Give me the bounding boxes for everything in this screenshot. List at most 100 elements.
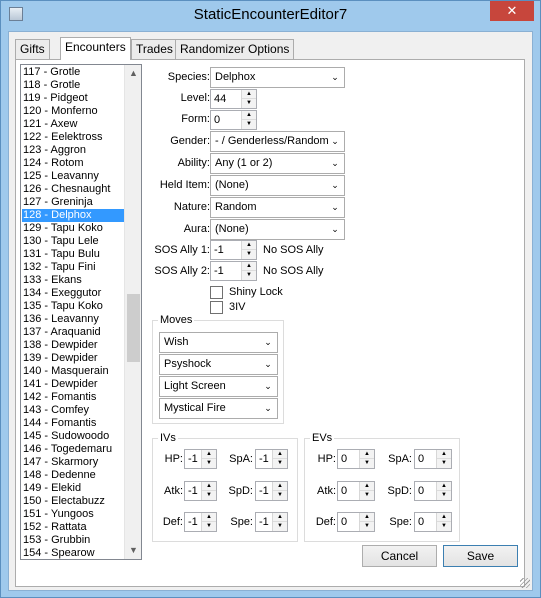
- spin-down-icon[interactable]: ▼: [437, 522, 451, 531]
- spin-up-icon[interactable]: ▲: [242, 241, 256, 250]
- list-item[interactable]: 122 - Eelektross: [22, 131, 125, 144]
- list-item[interactable]: 145 - Sudowoodo: [22, 430, 125, 443]
- list-item[interactable]: 129 - Tapu Koko: [22, 222, 125, 235]
- three-iv-checkbox[interactable]: [210, 301, 223, 314]
- ev-hp-stepper[interactable]: 0 ▲ ▼: [337, 449, 375, 469]
- list-item[interactable]: 140 - Masquerain: [22, 365, 125, 378]
- spin-down-icon[interactable]: ▼: [360, 491, 374, 500]
- spin-up-icon[interactable]: ▲: [242, 262, 256, 271]
- tab-gifts[interactable]: Gifts: [15, 39, 50, 59]
- list-item[interactable]: 118 - Grotle: [22, 79, 125, 92]
- spin-down-icon[interactable]: ▼: [242, 120, 256, 129]
- sos-ally-1-spin[interactable]: ▲ ▼: [241, 241, 256, 259]
- aura-dropdown[interactable]: (None) ⌄: [210, 219, 345, 240]
- save-button[interactable]: Save: [443, 545, 518, 567]
- resize-grip[interactable]: [520, 578, 530, 588]
- ability-dropdown[interactable]: Any (1 or 2) ⌄: [210, 153, 345, 174]
- ev-spd-spin[interactable]: ▲ ▼: [436, 482, 451, 500]
- iv-spd-stepper[interactable]: -1 ▲ ▼: [255, 481, 288, 501]
- list-item[interactable]: 151 - Yungoos: [22, 508, 125, 521]
- list-item[interactable]: 134 - Exeggutor: [22, 287, 125, 300]
- spin-down-icon[interactable]: ▼: [242, 271, 256, 280]
- list-item[interactable]: 153 - Grubbin: [22, 534, 125, 547]
- ev-hp-spin[interactable]: ▲ ▼: [359, 450, 374, 468]
- list-item[interactable]: 119 - Pidgeot: [22, 92, 125, 105]
- list-item[interactable]: 131 - Tapu Bulu: [22, 248, 125, 261]
- list-item[interactable]: 132 - Tapu Fini: [22, 261, 125, 274]
- tab-randomizer-options[interactable]: Randomizer Options: [175, 39, 295, 59]
- cancel-button[interactable]: Cancel: [362, 545, 437, 567]
- iv-hp-spin[interactable]: ▲ ▼: [201, 450, 216, 468]
- spin-down-icon[interactable]: ▼: [242, 99, 256, 108]
- title-bar[interactable]: StaticEncounterEditor7 ✕: [1, 1, 540, 31]
- spin-up-icon[interactable]: ▲: [273, 450, 287, 459]
- spin-down-icon[interactable]: ▼: [242, 250, 256, 259]
- spin-up-icon[interactable]: ▲: [202, 513, 216, 522]
- scroll-down-icon[interactable]: ▼: [125, 542, 141, 559]
- move-4-dropdown[interactable]: Mystical Fire ⌄: [159, 398, 278, 419]
- level-stepper[interactable]: 44 ▲ ▼: [210, 89, 257, 109]
- list-item[interactable]: 147 - Skarmory: [22, 456, 125, 469]
- close-button[interactable]: ✕: [490, 1, 534, 21]
- list-item[interactable]: 143 - Comfey: [22, 404, 125, 417]
- spin-up-icon[interactable]: ▲: [437, 450, 451, 459]
- list-item[interactable]: 127 - Greninja: [22, 196, 125, 209]
- list-item[interactable]: 141 - Dewpider: [22, 378, 125, 391]
- sos-ally-2-stepper[interactable]: -1 ▲ ▼: [210, 261, 257, 281]
- spin-down-icon[interactable]: ▼: [202, 522, 216, 531]
- list-scrollbar[interactable]: ▲ ▼: [124, 65, 141, 559]
- list-item[interactable]: 152 - Rattata: [22, 521, 125, 534]
- three-iv-label[interactable]: 3IV: [229, 297, 246, 317]
- iv-atk-stepper[interactable]: -1 ▲ ▼: [184, 481, 217, 501]
- ev-spe-spin[interactable]: ▲ ▼: [436, 513, 451, 531]
- spin-up-icon[interactable]: ▲: [273, 513, 287, 522]
- ev-spa-spin[interactable]: ▲ ▼: [436, 450, 451, 468]
- list-item[interactable]: 139 - Dewpider: [22, 352, 125, 365]
- spin-down-icon[interactable]: ▼: [273, 522, 287, 531]
- iv-hp-stepper[interactable]: -1 ▲ ▼: [184, 449, 217, 469]
- form-stepper[interactable]: 0 ▲ ▼: [210, 110, 257, 130]
- list-item[interactable]: 142 - Fomantis: [22, 391, 125, 404]
- nature-dropdown[interactable]: Random ⌄: [210, 197, 345, 218]
- level-spin[interactable]: ▲ ▼: [241, 90, 256, 108]
- scroll-thumb[interactable]: [127, 294, 140, 362]
- list-item[interactable]: 130 - Tapu Lele: [22, 235, 125, 248]
- tab-encounters[interactable]: Encounters: [60, 37, 131, 60]
- spin-up-icon[interactable]: ▲: [202, 450, 216, 459]
- sos-ally-1-stepper[interactable]: -1 ▲ ▼: [210, 240, 257, 260]
- list-item[interactable]: 123 - Aggron: [22, 144, 125, 157]
- move-3-dropdown[interactable]: Light Screen ⌄: [159, 376, 278, 397]
- list-item[interactable]: 148 - Dedenne: [22, 469, 125, 482]
- scroll-up-icon[interactable]: ▲: [125, 65, 141, 82]
- list-item[interactable]: 117 - Grotle: [22, 66, 125, 79]
- spin-up-icon[interactable]: ▲: [360, 513, 374, 522]
- encounter-listbox[interactable]: 117 - Grotle 118 - Grotle 119 - Pidgeot 120…: [20, 64, 142, 560]
- ev-spa-stepper[interactable]: 0 ▲ ▼: [414, 449, 452, 469]
- list-item[interactable]: 120 - Monferno: [22, 105, 125, 118]
- list-item[interactable]: 137 - Araquanid: [22, 326, 125, 339]
- gender-dropdown[interactable]: - / Genderless/Random ⌄: [210, 131, 345, 152]
- spin-down-icon[interactable]: ▼: [273, 491, 287, 500]
- species-dropdown[interactable]: Delphox ⌄: [210, 67, 345, 88]
- spin-up-icon[interactable]: ▲: [437, 482, 451, 491]
- spin-up-icon[interactable]: ▲: [273, 482, 287, 491]
- spin-down-icon[interactable]: ▼: [273, 459, 287, 468]
- spin-down-icon[interactable]: ▼: [437, 459, 451, 468]
- list-item[interactable]: 146 - Togedemaru: [22, 443, 125, 456]
- iv-spa-stepper[interactable]: -1 ▲ ▼: [255, 449, 288, 469]
- form-spin[interactable]: ▲ ▼: [241, 111, 256, 129]
- list-item[interactable]: 154 - Spearow: [22, 547, 125, 559]
- iv-spe-stepper[interactable]: -1 ▲ ▼: [255, 512, 288, 532]
- spin-up-icon[interactable]: ▲: [202, 482, 216, 491]
- list-item[interactable]: 133 - Ekans: [22, 274, 125, 287]
- list-item[interactable]: 150 - Electabuzz: [22, 495, 125, 508]
- iv-spe-spin[interactable]: ▲ ▼: [272, 513, 287, 531]
- held-item-dropdown[interactable]: (None) ⌄: [210, 175, 345, 196]
- ev-atk-spin[interactable]: ▲ ▼: [359, 482, 374, 500]
- iv-spd-spin[interactable]: ▲ ▼: [272, 482, 287, 500]
- spin-up-icon[interactable]: ▲: [437, 513, 451, 522]
- spin-down-icon[interactable]: ▼: [202, 491, 216, 500]
- tab-trades[interactable]: Trades: [131, 39, 178, 59]
- list-item[interactable]: 124 - Rotom: [22, 157, 125, 170]
- iv-def-spin[interactable]: ▲ ▼: [201, 513, 216, 531]
